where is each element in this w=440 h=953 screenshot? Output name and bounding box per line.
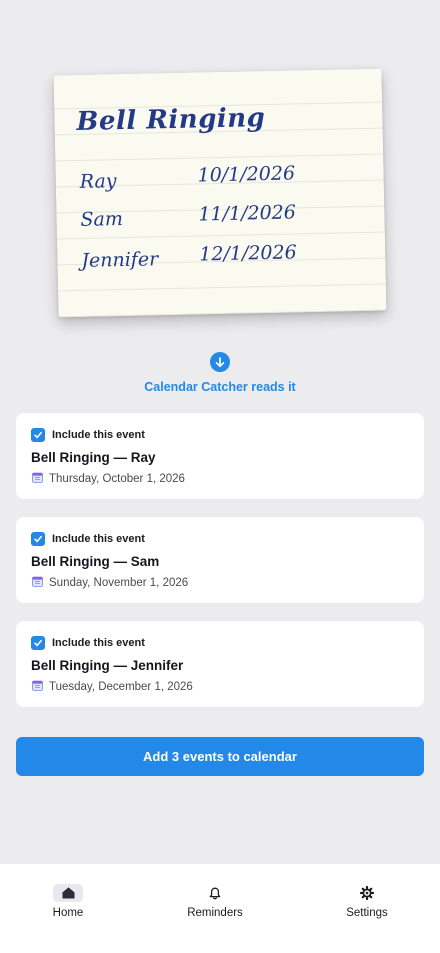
event-date-row: Thursday, October 1, 2026 [32,470,185,488]
add-events-button[interactable]: Add 3 events to calendar [16,737,424,776]
include-label: Include this event [52,429,145,441]
event-card: Include this event Bell Ringing — Ray Th… [16,413,424,499]
note-date-sam: 11/1/2026 [198,201,297,226]
event-date-row: Tuesday, December 1, 2026 [32,678,193,696]
calendar-icon [32,574,43,592]
note-date-ray: 10/1/2026 [197,162,296,187]
reads-indicator: Calendar Catcher reads it [0,352,440,394]
include-toggle[interactable]: Include this event [31,532,145,546]
calendar-icon [32,678,43,696]
event-title: Bell Ringing — Sam [31,554,160,569]
include-label: Include this event [52,637,145,649]
tab-settings-label: Settings [346,907,388,919]
include-toggle[interactable]: Include this event [31,428,145,442]
arrow-down-icon [210,352,230,372]
note-name-jennifer: Jennifer [81,248,159,272]
tab-home-label: Home [52,907,84,919]
event-date: Sunday, November 1, 2026 [49,577,189,589]
checkbox-checked-icon[interactable] [31,636,45,650]
event-card: Include this event Bell Ringing — Jennif… [16,621,424,707]
tab-reminders[interactable]: Reminders [170,884,260,919]
note-name-sam: Sam [80,208,124,231]
calendar-icon [32,470,43,488]
gear-icon [352,884,382,902]
event-date: Tuesday, December 1, 2026 [49,681,193,693]
tab-settings[interactable]: Settings [322,884,412,919]
note-date-jennifer: 12/1/2026 [199,241,297,266]
event-title: Bell Ringing — Jennifer [31,658,184,673]
include-toggle[interactable]: Include this event [31,636,145,650]
tab-home[interactable]: Home [23,884,113,919]
event-date: Thursday, October 1, 2026 [49,473,185,485]
reads-caption: Calendar Catcher reads it [144,380,296,394]
checkbox-checked-icon[interactable] [31,532,45,546]
include-label: Include this event [52,533,145,545]
bottom-tab-bar: Home Reminders Settings [0,864,440,953]
bell-icon [200,884,230,902]
handwritten-note-image: Bell Ringing Ray 10/1/2026 Sam 11/1/2026… [53,68,387,318]
event-card: Include this event Bell Ringing — Sam Su… [16,517,424,603]
note-title: Bell Ringing [76,103,266,137]
checkbox-checked-icon[interactable] [31,428,45,442]
event-title: Bell Ringing — Ray [31,450,156,465]
tab-reminders-label: Reminders [187,907,243,919]
event-date-row: Sunday, November 1, 2026 [32,574,188,592]
note-name-ray: Ray [79,170,117,193]
home-icon [53,884,83,902]
